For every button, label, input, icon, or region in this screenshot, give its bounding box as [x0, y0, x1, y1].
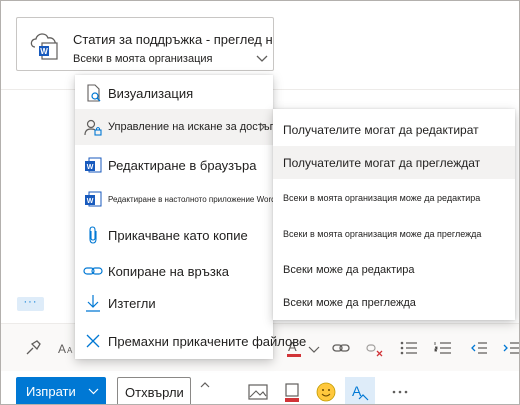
increase-indent-icon[interactable]	[501, 338, 520, 358]
font-size-icon[interactable]: A A	[57, 338, 77, 358]
discard-label: Отхвърли	[125, 385, 184, 400]
unlink-icon[interactable]	[365, 338, 385, 358]
highlight-icon[interactable]	[281, 381, 303, 403]
numbered-list-icon[interactable]	[433, 338, 453, 358]
attachment-permission: Всеки в моята организация	[73, 53, 213, 65]
submenu-item-anyone-edit[interactable]: Всеки може да редактира	[273, 254, 515, 287]
more-options-button[interactable]: ···	[17, 297, 44, 311]
menu-item-label: Премахни прикачените файлове	[108, 334, 307, 349]
word-icon: W	[85, 191, 102, 207]
chevron-down-icon[interactable]	[307, 338, 321, 358]
submenu-item-recipients-edit[interactable]: Получателите могат да редактират	[273, 113, 515, 146]
chevron-up-icon[interactable]	[200, 381, 210, 388]
send-button[interactable]: Изпрати	[16, 377, 106, 404]
menu-item-preview[interactable]: Визуализация	[75, 75, 273, 111]
menu-item-label: Редактиране в настолното приложение Word	[108, 195, 276, 204]
bullet-list-icon[interactable]	[399, 338, 419, 358]
format-painter-icon[interactable]	[23, 338, 43, 358]
svg-text:A: A	[58, 342, 66, 356]
svg-text:W: W	[40, 47, 48, 56]
svg-text:A: A	[67, 346, 73, 355]
menu-item-manage-access[interactable]: Управление на искане за достъп	[75, 109, 276, 145]
menu-item-download[interactable]: Изтегли	[75, 285, 273, 321]
submenu-item-label: Всеки може да преглежда	[283, 297, 416, 309]
close-icon	[86, 334, 100, 348]
submenu-item-anyone-view[interactable]: Всеки може да преглежда	[273, 287, 515, 320]
cloud-word-icon: W	[30, 33, 58, 60]
manage-access-submenu: Получателите могат да редактират Получат…	[273, 109, 515, 320]
menu-item-label: Редактиране в браузъра	[108, 158, 257, 173]
submenu-item-label: Получателите могат да преглеждат	[283, 156, 481, 170]
compose-window: W Статия за поддръжка - преглед на... Вс…	[0, 0, 520, 405]
menu-item-label: Прикачване като копие	[108, 228, 248, 243]
link-icon	[83, 267, 103, 275]
menu-item-label: Управление на искане за достъп	[108, 121, 276, 133]
submenu-item-label: Всеки в моята организация може да прегле…	[283, 229, 482, 239]
menu-item-label: Визуализация	[108, 86, 194, 101]
submenu-item-label: Всеки в моята организация може да редакт…	[283, 193, 481, 203]
chevron-down-icon[interactable]	[88, 388, 99, 395]
insert-picture-icon[interactable]	[247, 381, 269, 403]
menu-item-label: Изтегли	[108, 296, 156, 311]
menu-item-edit-in-desktop[interactable]: W Редактиране в настолното приложение Wo…	[75, 181, 276, 217]
attachment-context-menu: Визуализация Управление на искане за дос…	[75, 75, 306, 359]
paperclip-icon	[89, 226, 97, 244]
word-icon: W	[85, 157, 102, 173]
download-icon	[86, 295, 100, 312]
discard-button[interactable]: Отхвърли	[117, 377, 191, 404]
submenu-item-org-edit[interactable]: Всеки в моята организация може да редакт…	[273, 181, 515, 214]
editor-icon[interactable]: A	[349, 381, 371, 403]
link-icon[interactable]	[331, 338, 351, 358]
manage-access-icon	[84, 119, 102, 136]
more-actions-icon[interactable]	[389, 381, 411, 403]
menu-item-label: Копиране на връзка	[108, 264, 230, 279]
emoji-icon[interactable]	[315, 381, 337, 403]
submenu-item-org-view[interactable]: Всеки в моята организация може да прегле…	[273, 217, 515, 250]
preview-icon	[87, 84, 101, 102]
menu-item-remove-attachments[interactable]: Премахни прикачените файлове	[75, 323, 306, 359]
menu-item-edit-in-browser[interactable]: W Редактиране в браузъра	[75, 147, 273, 183]
svg-text:W: W	[87, 198, 94, 205]
chevron-right-icon	[259, 122, 265, 132]
attachment-title: Статия за поддръжка - преглед на...	[73, 32, 273, 47]
menu-item-copy-link[interactable]: Копиране на връзка	[75, 253, 273, 289]
svg-text:W: W	[87, 164, 94, 171]
submenu-item-recipients-view[interactable]: Получателите могат да преглеждат	[273, 146, 515, 179]
svg-text:A: A	[352, 383, 362, 399]
menu-item-attach-as-copy[interactable]: Прикачване като копие	[75, 217, 273, 253]
send-label: Изпрати	[26, 384, 76, 399]
submenu-item-label: Всеки може да редактира	[283, 264, 415, 276]
attachment-card[interactable]: W Статия за поддръжка - преглед на... Вс…	[16, 17, 274, 71]
chevron-down-icon[interactable]	[256, 55, 268, 63]
decrease-indent-icon[interactable]	[469, 338, 489, 358]
submenu-item-label: Получателите могат да редактират	[283, 123, 479, 137]
